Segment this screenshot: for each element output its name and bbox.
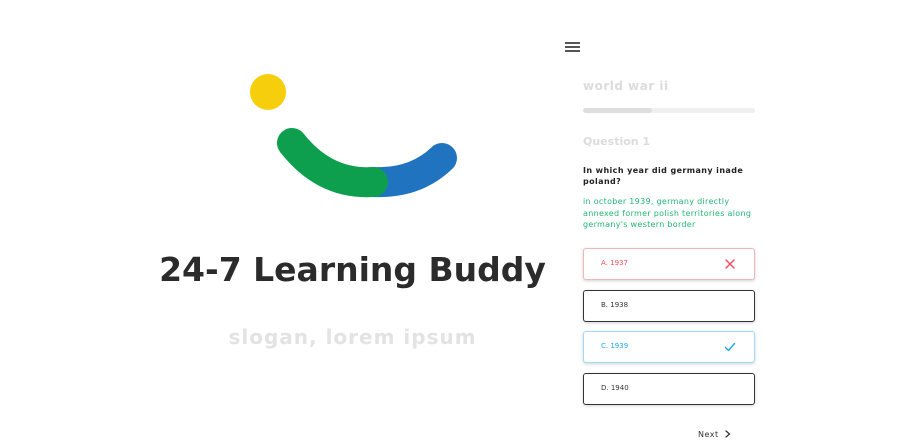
- answer-option-label: C. 1939: [601, 342, 629, 350]
- next-button[interactable]: Next: [698, 430, 731, 439]
- hamburger-menu-icon[interactable]: [565, 42, 580, 52]
- logo-green-arc: [277, 128, 388, 198]
- answer-option-a[interactable]: A. 1937: [583, 248, 755, 280]
- check-icon: [724, 342, 736, 352]
- chevron-right-icon: [724, 430, 731, 438]
- quiz-progress-fill: [583, 108, 652, 113]
- answer-option-c[interactable]: C. 1939: [583, 331, 755, 363]
- answer-explanation: in october 1939, germany directly annexe…: [583, 197, 752, 229]
- next-button-label: Next: [698, 430, 719, 439]
- answer-option-d[interactable]: D. 1940: [583, 373, 755, 405]
- quiz-progress-bar: [583, 108, 755, 113]
- app-title: 24-7 Learning Buddy: [159, 250, 546, 289]
- app-logo: [250, 74, 457, 198]
- logo-yellow-dot: [250, 74, 286, 110]
- question-number: Question 1: [583, 135, 651, 148]
- answer-option-label: B. 1938: [601, 301, 629, 309]
- app-slogan: slogan, lorem ipsum: [228, 325, 477, 349]
- answer-option-label: A. 1937: [601, 259, 628, 267]
- question-text: In which year did germany inade poland?: [583, 166, 744, 186]
- answer-option-label: D. 1940: [601, 384, 629, 392]
- close-icon: [725, 259, 735, 269]
- quiz-topic: world war ii: [583, 79, 669, 93]
- answer-option-b[interactable]: B. 1938: [583, 290, 755, 322]
